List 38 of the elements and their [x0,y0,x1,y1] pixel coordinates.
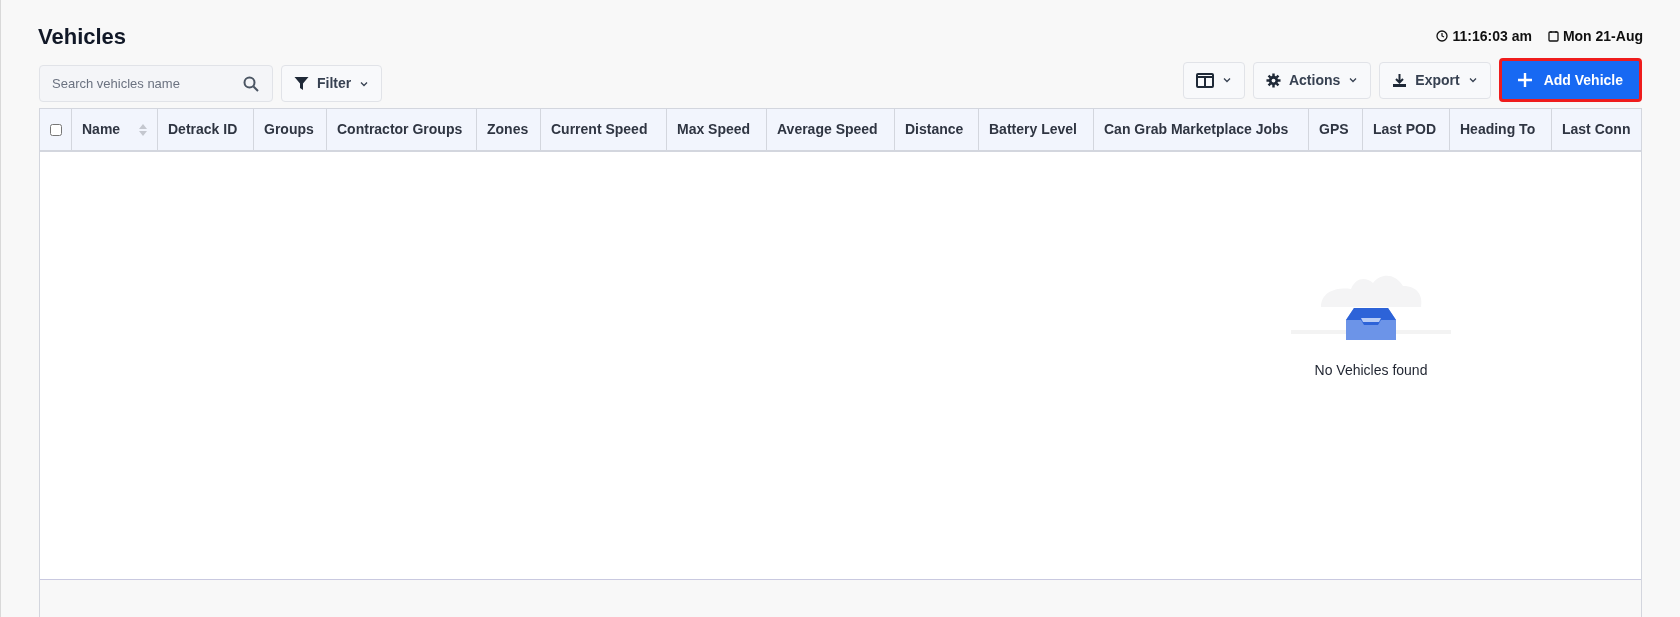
column-header[interactable]: Last POD [1363,109,1450,150]
export-button[interactable]: Export [1379,61,1491,99]
funnel-icon [294,76,309,91]
column-header[interactable]: Detrack ID [158,109,254,150]
actions-button[interactable]: Actions [1252,61,1372,99]
search-field[interactable]: Search vehicles name [39,65,273,102]
plus-icon [1517,73,1532,87]
page-title: Vehicles [38,22,127,51]
empty-state-message: No Vehicles found [1314,361,1428,380]
column-header[interactable]: Groups [254,109,327,150]
chevron-down-icon [1221,75,1232,85]
chevron-down-icon [1348,75,1359,85]
column-header[interactable]: Heading To [1450,109,1552,150]
select-all-checkbox[interactable] [49,123,62,136]
column-header[interactable]: GPS [1309,109,1363,150]
column-header[interactable]: Battery Level [979,109,1094,150]
search-icon [243,76,259,92]
add-vehicle-button[interactable]: Add Vehicle [1498,58,1642,102]
column-header[interactable]: Current Speed [541,109,667,150]
column-header[interactable]: Contractor Groups [327,109,477,150]
download-icon [1392,72,1408,88]
clock-icon [1436,30,1449,42]
columns-button[interactable] [1182,61,1245,99]
gear-icon [1265,72,1281,88]
column-header[interactable]: Distance [895,109,979,150]
column-header[interactable]: Average Speed [767,109,895,150]
current-time: 11:16:03 am [1452,26,1532,46]
column-header[interactable]: Can Grab Marketplace Jobs [1094,109,1309,150]
column-header[interactable]: Name [72,109,158,150]
chevron-down-icon [1467,75,1478,85]
column-header[interactable]: Zones [477,109,541,150]
columns-icon [1195,72,1214,88]
column-header[interactable]: Max Speed [667,109,767,150]
calendar-icon [1547,30,1559,42]
filter-button[interactable]: Filter [281,65,383,102]
current-date: Mon 21-Aug [1562,26,1643,46]
sort-icon [139,123,147,136]
column-header[interactable]: Last Conn [1552,109,1641,150]
